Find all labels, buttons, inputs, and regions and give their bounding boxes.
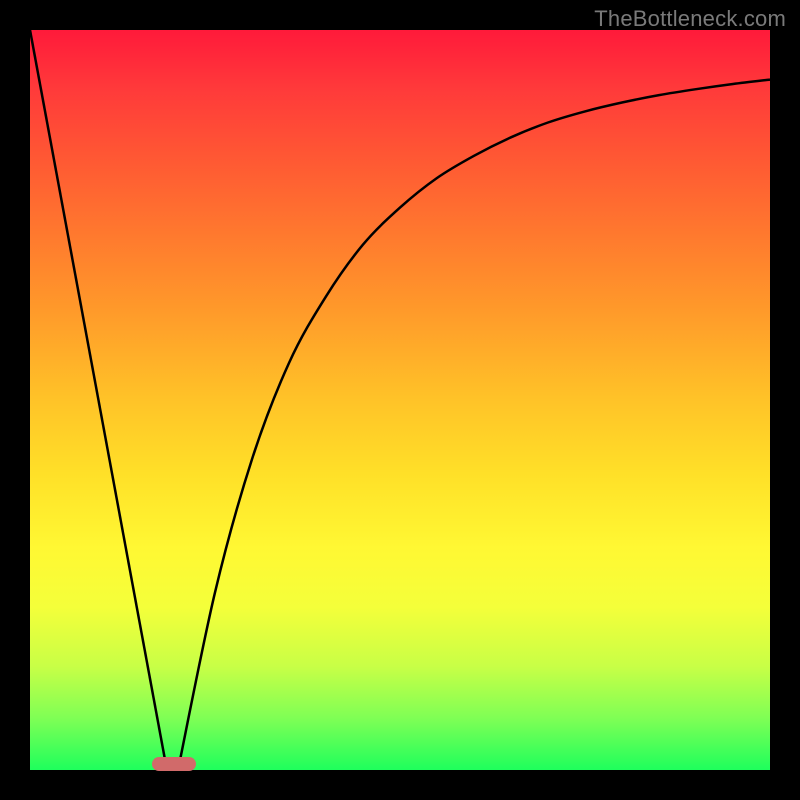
series-left-falling-line xyxy=(30,30,167,770)
plot-area xyxy=(30,30,770,770)
series-right-rising-curve xyxy=(178,80,770,770)
watermark-text: TheBottleneck.com xyxy=(594,6,786,32)
chart-frame: TheBottleneck.com xyxy=(0,0,800,800)
bottleneck-curve xyxy=(30,30,770,770)
optimal-point-marker xyxy=(152,757,196,771)
